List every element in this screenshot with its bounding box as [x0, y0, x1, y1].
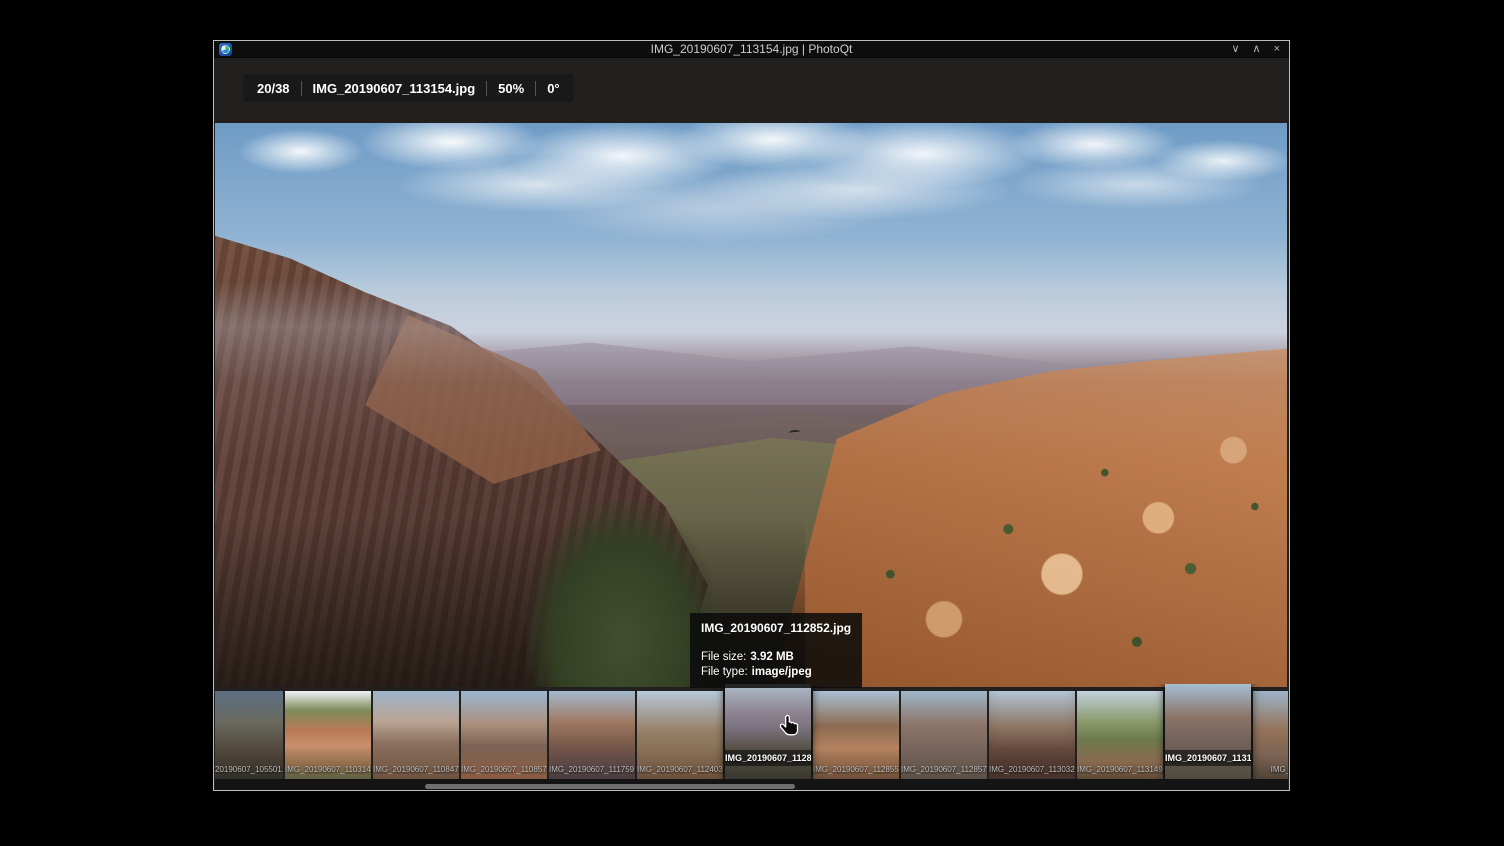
thumbnail[interactable]: IMG_20190607_111759.jpg: [549, 691, 635, 779]
main-image[interactable]: [215, 123, 1287, 687]
image-position-counter: 20/38: [257, 81, 290, 96]
titlebar[interactable]: IMG_20190607_113154.jpg | PhotoQt ∨ ∧ ×: [214, 41, 1289, 58]
thumbnail[interactable]: IMG_2019060: [1253, 691, 1288, 779]
thumbnail-label: IMG_20190607_112857.jpg: [901, 765, 987, 774]
thumbnail-label: IMG_20190607_112852.jpg: [725, 750, 811, 766]
thumbnail[interactable]: IMG_20190607_110847.jpg: [373, 691, 459, 779]
thumbnail[interactable]: IMG_20190607_112855.jpg: [813, 691, 899, 779]
thumbnail-label: IMG_20190607_113149.jpg: [1077, 765, 1163, 774]
photoqt-window: IMG_20190607_113154.jpg | PhotoQt ∨ ∧ × …: [213, 40, 1290, 791]
thumbnail[interactable]: IMG_20190607_110857.jpg: [461, 691, 547, 779]
separator: [301, 81, 302, 96]
thumbnail-label: IMG_20190607_112855.jpg: [813, 765, 899, 774]
thumbnail-label: IMG_20190607_113154.jpg: [1165, 750, 1251, 766]
thumbnail[interactable]: IMG_20190607_110314.jpg: [285, 691, 371, 779]
thumbnail[interactable]: IMG_20190607_113149.jpg: [1077, 691, 1163, 779]
thumbnail-label: IMG_20190607_110857.jpg: [461, 765, 547, 774]
image-info-overlay: 20/38 IMG_20190607_113154.jpg 50% 0°: [243, 74, 574, 102]
thumbnail[interactable]: IMG_20190607_113032.jpg: [989, 691, 1075, 779]
thumbnail-strip: 20190607_105501.jpg IMG_20190607_110314.…: [215, 684, 1288, 779]
window-title: IMG_20190607_113154.jpg | PhotoQt: [214, 41, 1289, 58]
strip-scroll-area: [215, 779, 1288, 790]
thumbnail-label: 20190607_105501.jpg: [215, 765, 283, 774]
thumbnail-label: IMG_20190607_110314.jpg: [285, 765, 371, 774]
tooltip-file-type: File type:image/jpeg: [701, 665, 851, 680]
thumbnail-label: IMG_20190607_110847.jpg: [373, 765, 459, 774]
thumbnail-label: IMG_20190607_112403.jpg: [637, 765, 723, 774]
thumbnail[interactable]: IMG_20190607_112857.jpg: [901, 691, 987, 779]
thumbnail-scrollbar[interactable]: [425, 784, 795, 789]
minimize-icon[interactable]: ∨: [1231, 41, 1239, 58]
thumbnail-label: IMG_2019060: [1253, 765, 1288, 774]
tooltip-spacer: [701, 637, 851, 650]
maximize-icon[interactable]: ∧: [1253, 41, 1261, 58]
viewer-content: 20/38 IMG_20190607_113154.jpg 50% 0°: [214, 58, 1289, 790]
tooltip-file-size: File size:3.92 MB: [701, 650, 851, 665]
thumbnail[interactable]: 20190607_105501.jpg: [215, 691, 283, 779]
thumbnail-label: IMG_20190607_113032.jpg: [989, 765, 1075, 774]
thumbnail-tooltip: IMG_20190607_112852.jpg File size:3.92 M…: [690, 613, 862, 688]
separator: [486, 81, 487, 96]
window-controls: ∨ ∧ ×: [1231, 41, 1280, 58]
photoqt-logo-icon: [221, 45, 230, 54]
mouse-cursor-hand-icon: [779, 714, 801, 743]
tooltip-filename: IMG_20190607_112852.jpg: [701, 621, 851, 637]
photoqt-app-icon: [219, 43, 232, 56]
thumbnail-selected[interactable]: IMG_20190607_113154.jpg: [1165, 684, 1251, 779]
thumbnail-label: IMG_20190607_111759.jpg: [549, 765, 635, 774]
close-icon[interactable]: ×: [1274, 41, 1280, 58]
thumbnail[interactable]: IMG_20190607_112403.jpg: [637, 691, 723, 779]
rotation-angle: 0°: [547, 81, 559, 96]
zoom-level: 50%: [498, 81, 524, 96]
desktop: IMG_20190607_113154.jpg | PhotoQt ∨ ∧ × …: [0, 0, 1504, 846]
current-filename: IMG_20190607_113154.jpg: [313, 81, 476, 96]
separator: [535, 81, 536, 96]
